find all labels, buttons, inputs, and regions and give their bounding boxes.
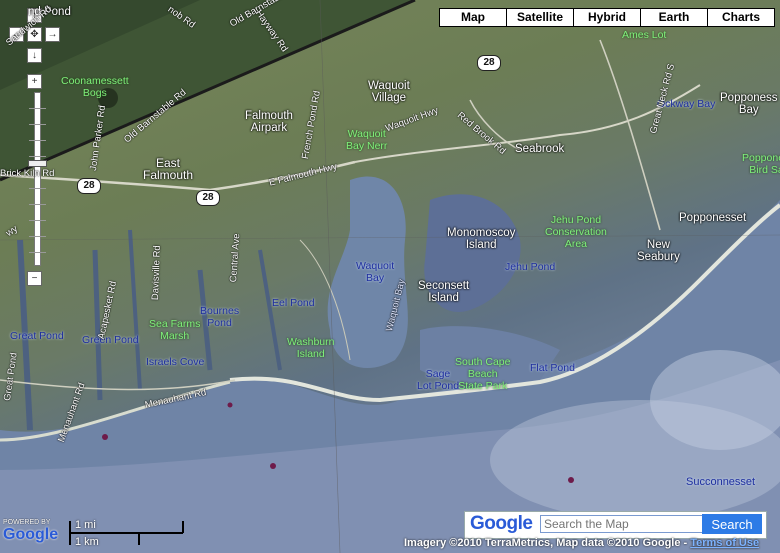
scale-km: 1 km xyxy=(75,536,99,548)
route-28-shield: 28 xyxy=(196,190,220,206)
label-jehu-pond-conservation-area: Jehu Pond Conservation Area xyxy=(545,214,607,250)
map-type-hybrid[interactable]: Hybrid xyxy=(573,8,641,27)
pan-down-icon[interactable]: ↓ xyxy=(27,48,42,63)
label-popponesset-bay: Popponess Bay xyxy=(720,92,778,116)
label-new-seabury: New Seabury xyxy=(637,239,680,263)
label-waquoit-bay: Waquoit Bay xyxy=(356,260,395,284)
label-popponesset-bird-sanctuary: Popponess Bird Sar xyxy=(742,152,780,176)
label-great-pond: Great Pond xyxy=(10,330,64,342)
search-input[interactable] xyxy=(540,515,703,533)
route-28-shield: 28 xyxy=(477,55,501,71)
map-type-satellite[interactable]: Satellite xyxy=(506,8,574,27)
map-canvas[interactable]: Map Satellite Hybrid Earth Charts ↑ ← ✥ … xyxy=(0,0,780,553)
map-type-earth[interactable]: Earth xyxy=(640,8,708,27)
powered-by-label: POWERED BY xyxy=(3,519,51,526)
label-green-pond: Green Pond xyxy=(82,334,139,346)
label-seconsett-island: Seconsett Island xyxy=(418,280,470,304)
label-falmouth-airpark: Falmouth Airpark xyxy=(245,110,293,134)
terms-of-use-link[interactable]: Terms of Use xyxy=(690,537,759,549)
label-bournes-pond: Bournes Pond xyxy=(200,305,240,329)
google-logo: Google xyxy=(470,513,533,535)
label-brick-kiln-rd: Brick Kiln Rd xyxy=(0,168,55,179)
label-monomoscoy-island: Monomoscoy Island xyxy=(447,227,516,251)
label-ames-lot: Ames Lot xyxy=(622,29,667,41)
label-washburn-island: Washburn Island xyxy=(287,336,335,360)
map-attribution: Imagery ©2010 TerraMetrics, Map data ©20… xyxy=(404,537,759,549)
label-waquoit-bay-nerr: Waquoit Bay Nerr xyxy=(346,128,388,152)
route-28-shield: 28 xyxy=(77,178,101,194)
map-type-map[interactable]: Map xyxy=(439,8,507,27)
scale-miles: 1 mi xyxy=(75,519,96,531)
label-israels-cove: Israels Cove xyxy=(146,356,205,368)
label-popponesset: Popponesset xyxy=(679,212,747,224)
label-davisville-rd: Davisville Rd xyxy=(150,245,163,301)
label-flat-pond: Flat Pond xyxy=(530,362,575,374)
zoom-slider-thumb[interactable] xyxy=(28,160,47,167)
pan-right-icon[interactable]: → xyxy=(45,27,60,42)
label-jehu-pond: Jehu Pond xyxy=(505,261,556,273)
zoom-in-button[interactable]: + xyxy=(27,74,42,89)
scale-bar: 1 mi 1 km xyxy=(69,518,185,548)
label-sage-lot-pond: Sage Lot Pond xyxy=(417,368,460,392)
attribution-text: Imagery ©2010 TerraMetrics, Map data ©20… xyxy=(404,537,691,549)
search-button[interactable]: Search xyxy=(702,514,762,534)
label-south-cape-beach-state-park: South Cape Beach State Park xyxy=(455,356,511,392)
label-coonamessett-bogs: Coonamessett Bogs xyxy=(61,75,129,99)
label-sea-farms-marsh: Sea Farms Marsh xyxy=(149,318,201,342)
map-type-charts[interactable]: Charts xyxy=(707,8,775,27)
label-east-falmouth: East Falmouth xyxy=(143,156,194,182)
google-logo-text: Google xyxy=(470,513,533,534)
powered-by-google-logo[interactable]: Google xyxy=(3,526,58,544)
label-succonnesset: Succonnesset xyxy=(686,476,756,488)
label-seabrook: Seabrook xyxy=(515,143,565,155)
map-type-toolbar: Map Satellite Hybrid Earth Charts xyxy=(439,8,775,27)
zoom-out-button[interactable]: − xyxy=(27,271,42,286)
label-waquoit-village: Waquoit Village xyxy=(368,80,410,104)
label-eel-pond: Eel Pond xyxy=(272,297,315,309)
map-search-box: Google Search xyxy=(464,511,767,539)
